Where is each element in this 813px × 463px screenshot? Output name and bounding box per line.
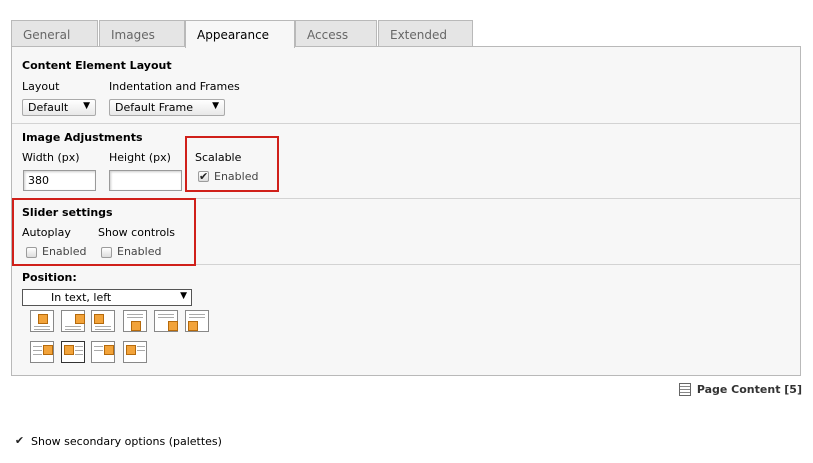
height-input[interactable] [109,170,182,191]
tab-images[interactable]: Images [99,20,185,46]
position-right-bottom-icon[interactable] [154,310,178,332]
position-text-right-icon[interactable] [30,341,54,363]
page-content-link[interactable]: Page Content [5] [697,383,802,396]
image-adjustments-section: Image Adjustments Width (px) 380 Height … [12,123,800,198]
position-right-top-icon[interactable] [61,310,85,332]
position-text-left-icon[interactable] [61,341,85,363]
chevron-down-icon: ▼ [180,291,187,301]
position-select-value: In text, left [51,291,112,304]
checkmark-icon: ✔ [14,434,25,447]
tab-extended[interactable]: Extended [378,20,473,46]
position-title: Position: [22,271,77,284]
position-center-top-icon[interactable] [30,310,54,332]
position-left-top-icon[interactable] [91,310,115,332]
chevron-down-icon: ▼ [83,101,90,111]
position-center-bottom-icon[interactable] [123,310,147,332]
tab-general[interactable]: General [11,20,98,46]
width-label: Width (px) [22,151,80,164]
page-content-icon [679,383,691,396]
image-adjustments-title: Image Adjustments [22,131,143,144]
position-text-left-nowrap-icon[interactable] [123,341,147,363]
content-layout-section: Content Element Layout Layout Default ▼ … [12,47,800,123]
tab-appearance[interactable]: Appearance [185,20,295,48]
secondary-options-label: Show secondary options (palettes) [31,435,222,448]
layout-select[interactable]: Default ▼ [22,99,96,116]
position-text-right-nowrap-icon[interactable] [91,341,115,363]
content-layout-title: Content Element Layout [22,59,172,72]
chevron-down-icon: ▼ [212,101,219,111]
width-input[interactable]: 380 [23,170,96,191]
secondary-options-checkbox[interactable]: ✔ [14,434,25,447]
scalable-highlight-box [185,136,279,192]
slider-settings-highlight-box [12,198,196,266]
position-select[interactable]: In text, left ▼ [22,289,192,306]
position-left-bottom-icon[interactable] [185,310,209,332]
frame-select-value: Default Frame [115,101,193,114]
layout-select-value: Default [28,101,69,114]
layout-label: Layout [22,80,60,93]
frame-select[interactable]: Default Frame ▼ [109,99,225,116]
tab-access[interactable]: Access [295,20,377,46]
frame-label: Indentation and Frames [109,80,240,93]
height-label: Height (px) [109,151,171,164]
